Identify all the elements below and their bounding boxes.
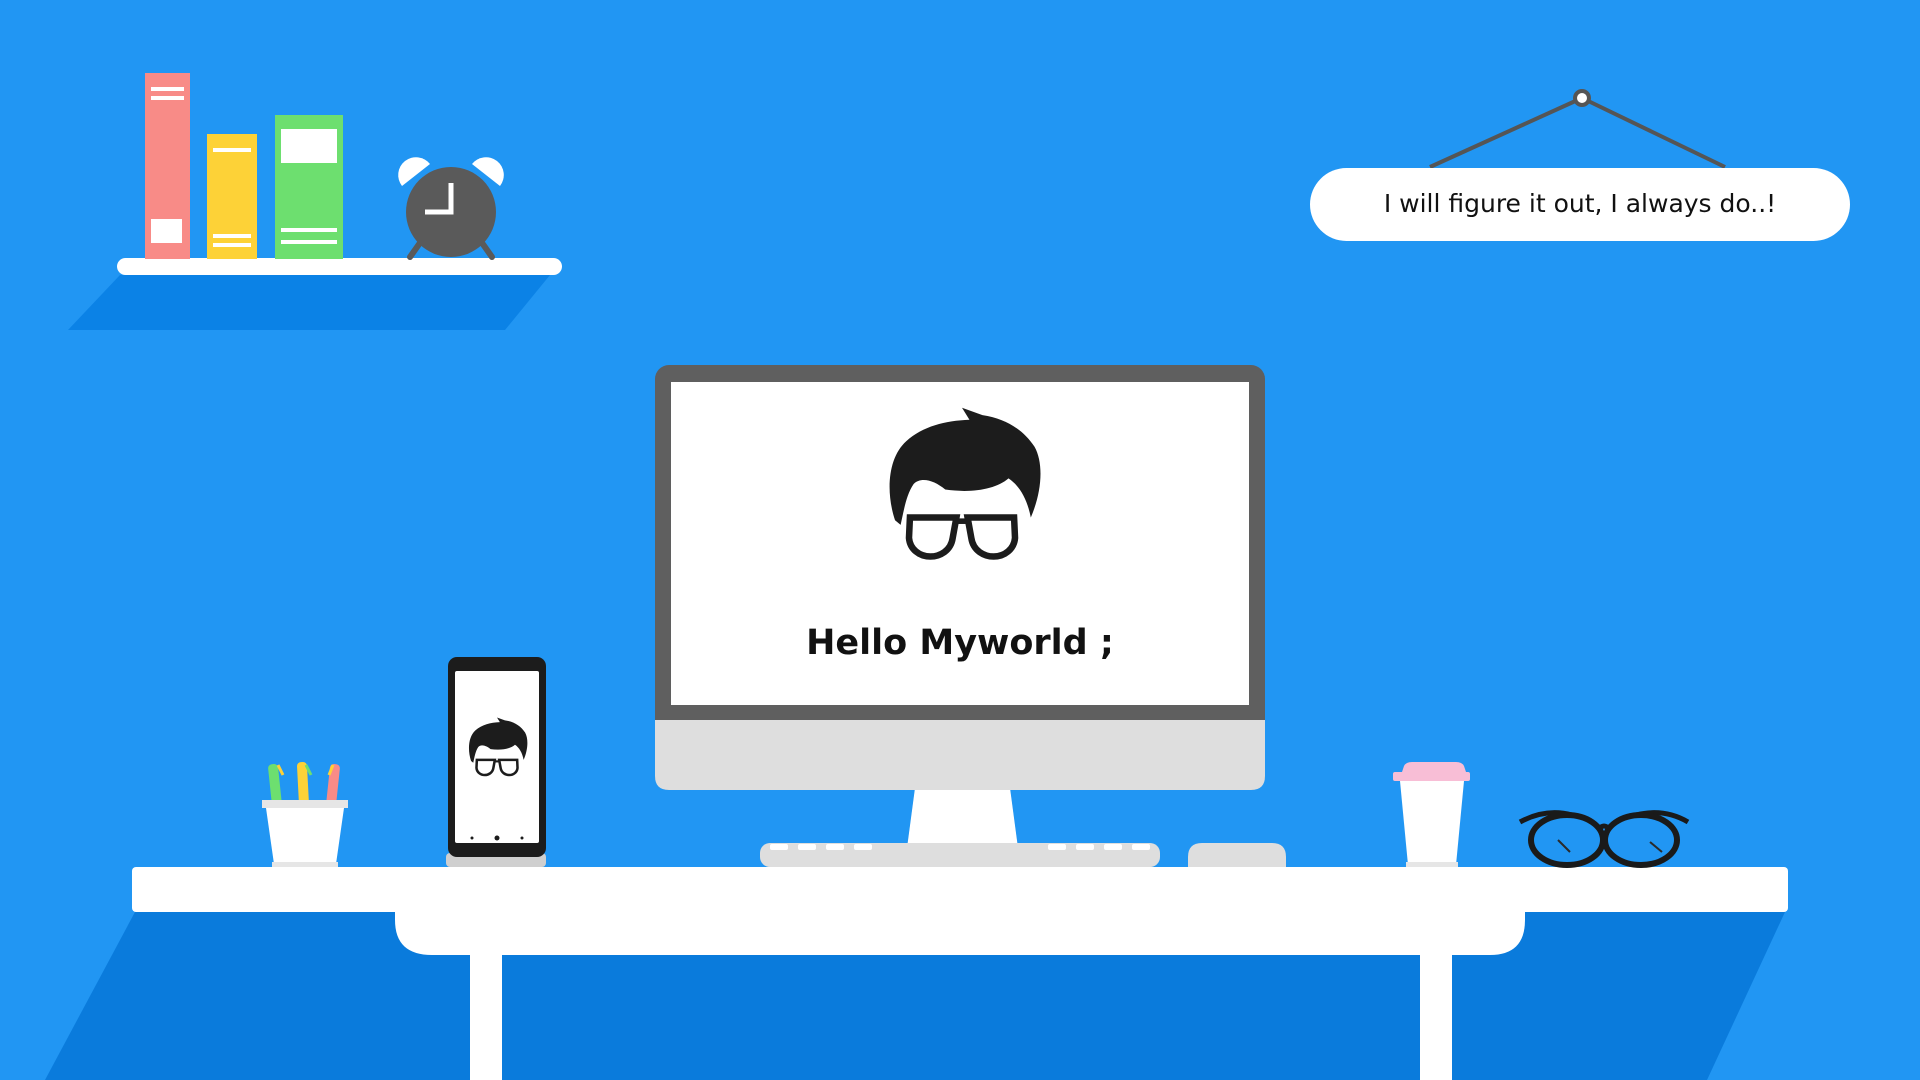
monitor: Hello Myworld ;: [655, 365, 1265, 848]
coffee-cup-icon: [1393, 762, 1470, 867]
desk: [45, 867, 1788, 1080]
desk-leg-right: [1420, 950, 1452, 1080]
mouse-icon: [1188, 843, 1286, 867]
desk-top: [132, 867, 1788, 912]
eyeglasses-icon: [1518, 810, 1690, 868]
desk-illustration: I will figure it out, I always do..! Hel…: [45, 73, 1850, 1080]
alarm-clock-icon: [398, 157, 504, 260]
keyboard-icon: [760, 843, 1160, 867]
desk-leg-left: [470, 950, 502, 1080]
smartphone-icon: [446, 657, 546, 867]
wall-shelf: [68, 258, 562, 330]
book-yellow: [207, 134, 257, 259]
pen-holder-icon: [262, 761, 348, 867]
book-green: [275, 115, 343, 259]
shelf-shadow: [68, 275, 550, 330]
monitor-greeting: Hello Myworld ;: [806, 623, 1114, 663]
hanging-sign: I will figure it out, I always do..!: [1310, 89, 1850, 241]
sign-nail: [1573, 89, 1591, 107]
shelf-board: [117, 258, 562, 275]
desk-apron: [395, 905, 1525, 955]
sign-text: I will figure it out, I always do..!: [1384, 189, 1776, 218]
monitor-chin: [655, 720, 1265, 790]
book-red: [145, 73, 190, 259]
monitor-stand: [907, 788, 1018, 848]
